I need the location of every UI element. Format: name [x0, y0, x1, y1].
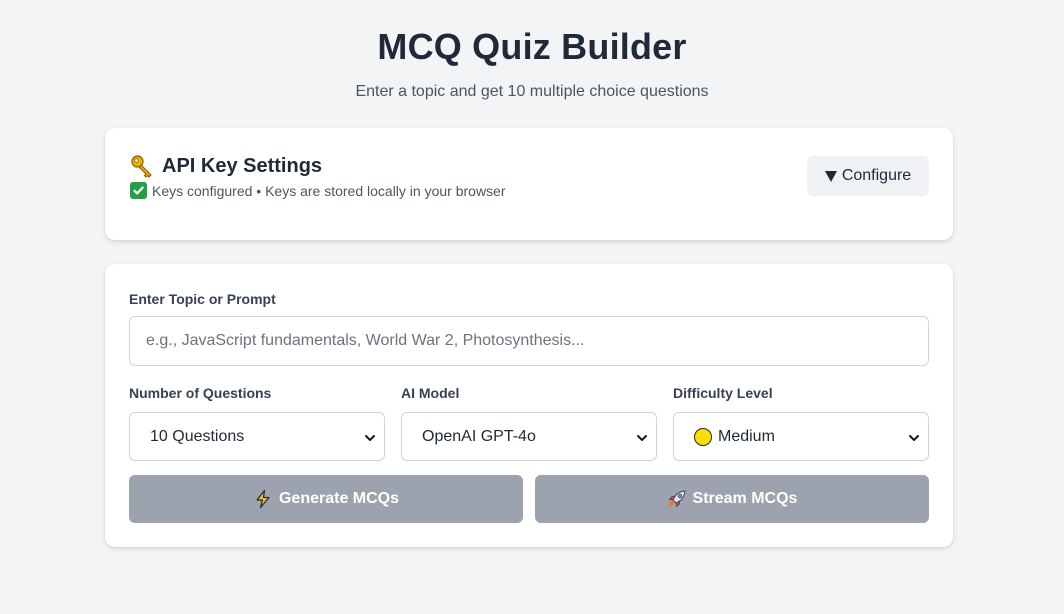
page-subtitle: Enter a topic and get 10 multiple choice…	[355, 83, 709, 100]
difficulty-value-wrap: Medium	[694, 427, 775, 446]
key-icon	[130, 154, 154, 178]
difficulty-select[interactable]: Medium	[673, 412, 929, 461]
chevron-down-icon	[364, 431, 376, 443]
configure-button[interactable]: Configure	[807, 156, 929, 196]
chevron-down-icon	[636, 431, 648, 443]
api-settings-heading: API Key Settings	[130, 154, 322, 178]
num-questions-select[interactable]: 10 Questions	[129, 412, 385, 461]
stream-mcqs-button[interactable]: Stream MCQs	[535, 475, 929, 523]
configure-label: Configure	[841, 167, 912, 184]
header: MCQ Quiz Builder Enter a topic and get 1…	[0, 0, 1064, 102]
chevron-down-icon	[908, 431, 920, 443]
topic-input[interactable]	[129, 316, 929, 366]
num-questions-value: 10 Questions	[150, 427, 245, 445]
rocket-icon	[667, 489, 687, 509]
ai-model-group: AI Model OpenAI GPT-4o	[401, 385, 657, 461]
stream-mcqs-label: Stream MCQs	[692, 490, 798, 507]
ai-model-value: OpenAI GPT-4o	[422, 427, 536, 445]
topic-label: Enter Topic or Prompt	[129, 291, 276, 307]
page-title: MCQ Quiz Builder	[377, 26, 687, 67]
api-status-text: Keys configured • Keys are stored locall…	[152, 182, 506, 199]
check-icon	[130, 182, 147, 199]
generate-mcqs-button[interactable]: Generate MCQs	[129, 475, 523, 523]
api-settings-title: API Key Settings	[162, 154, 323, 177]
difficulty-value: Medium	[718, 427, 775, 445]
difficulty-group: Difficulty Level Medium	[673, 385, 929, 461]
num-questions-group: Number of Questions 10 Questions	[129, 385, 385, 461]
generate-mcqs-label: Generate MCQs	[278, 490, 400, 507]
triangle-down-icon	[824, 170, 837, 182]
difficulty-label: Difficulty Level	[673, 385, 773, 401]
api-key-settings-card: API Key Settings Keys configured • Keys …	[105, 128, 953, 240]
ai-model-label: AI Model	[401, 385, 460, 401]
quiz-form-card: Enter Topic or Prompt Number of Question…	[105, 264, 953, 547]
ai-model-select[interactable]: OpenAI GPT-4o	[401, 412, 657, 461]
yellow-circle-icon	[694, 427, 712, 446]
lightning-icon	[253, 489, 273, 509]
page: MCQ Quiz Builder Enter a topic and get 1…	[0, 0, 1064, 614]
num-questions-label: Number of Questions	[129, 385, 272, 401]
api-status: Keys configured • Keys are stored locall…	[130, 182, 506, 199]
